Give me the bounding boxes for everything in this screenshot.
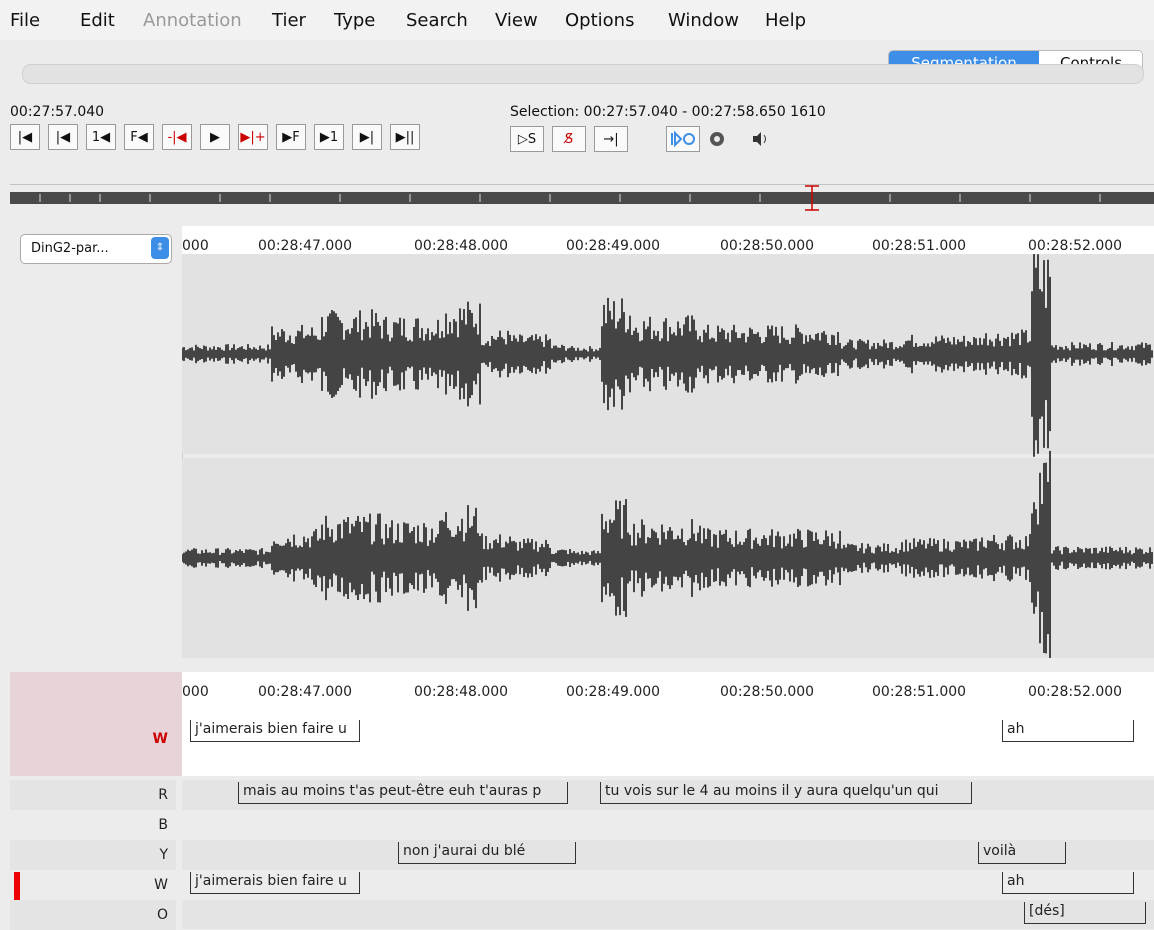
- prev-second-button[interactable]: 1◀: [86, 124, 116, 150]
- ruler-label: 00:28:52.000: [1028, 238, 1123, 254]
- menu-search[interactable]: Search: [406, 10, 468, 31]
- play-button[interactable]: ▶: [200, 124, 230, 150]
- ruler-label: 00:28:50.000: [720, 684, 815, 700]
- loop-icon: [671, 130, 695, 148]
- selection-info: Selection: 00:27:57.040 - 00:27:58.650 1…: [510, 104, 826, 120]
- loop-mode-button[interactable]: [666, 126, 700, 152]
- ruler-label: 00:28:51.000: [872, 238, 967, 254]
- clear-selection-button[interactable]: S̸: [552, 126, 586, 152]
- to-selection-end-button[interactable]: ▶|+: [238, 124, 268, 150]
- progress-bar: [22, 64, 1144, 84]
- menu-bar: File Edit Annotation Tier Type Search Vi…: [0, 0, 1154, 40]
- ruler-label: 000: [182, 238, 209, 254]
- media-select[interactable]: DinG2-par... ⇕: [20, 234, 172, 264]
- waveform-viewer[interactable]: 000 00:28:47.000 00:28:48.000 00:28:49.0…: [182, 226, 1154, 658]
- annotation[interactable]: ah: [1002, 720, 1134, 742]
- menu-window[interactable]: Window: [668, 10, 739, 31]
- annotation[interactable]: tu vois sur le 4 au moins il y aura quel…: [600, 782, 972, 804]
- ruler-label: 00:28:49.000: [566, 238, 661, 254]
- current-time: 00:27:57.040: [10, 104, 105, 120]
- tier-row-w[interactable]: j'aimerais bien faire u ah: [182, 870, 1154, 900]
- timeline-overview[interactable]: [10, 184, 1154, 214]
- ruler-label: 00:28:47.000: [258, 684, 353, 700]
- menu-edit[interactable]: Edit: [80, 10, 115, 31]
- active-tier-marker: [14, 872, 20, 900]
- annotation[interactable]: j'aimerais bien faire u: [190, 720, 360, 742]
- chevron-updown-icon: ⇕: [151, 237, 169, 259]
- tier-label-w-active[interactable]: W: [10, 724, 176, 754]
- annotation[interactable]: non j'aurai du blé: [398, 842, 576, 864]
- next-second-button[interactable]: ▶1: [314, 124, 344, 150]
- ruler-label: 00:28:51.000: [872, 684, 967, 700]
- annotation[interactable]: j'aimerais bien faire u: [190, 872, 360, 894]
- menu-help[interactable]: Help: [765, 10, 806, 31]
- annotation[interactable]: voilà: [978, 842, 1066, 864]
- go-to-begin-button[interactable]: |◀: [10, 124, 40, 150]
- media-select-value: DinG2-par...: [31, 241, 109, 256]
- gear-icon: [710, 132, 724, 146]
- selection-mode-button[interactable]: →|: [594, 126, 628, 152]
- waveform-channels[interactable]: [182, 254, 1154, 658]
- annotation[interactable]: mais au moins t'as peut-être euh t'auras…: [238, 782, 568, 804]
- ruler-label: 00:28:48.000: [414, 684, 509, 700]
- tier-label-o[interactable]: O: [10, 900, 176, 930]
- tier-label-b[interactable]: B: [10, 810, 176, 840]
- next-frame-button[interactable]: ▶|: [352, 124, 382, 150]
- tier-row-w-active[interactable]: j'aimerais bien faire u ah: [182, 700, 1154, 776]
- waveform-ruler: 000 00:28:47.000 00:28:48.000 00:28:49.0…: [182, 226, 1154, 254]
- tier-row-b[interactable]: [182, 810, 1154, 840]
- play-selection-button[interactable]: ▷S: [510, 126, 544, 152]
- menu-tier[interactable]: Tier: [272, 10, 306, 31]
- menu-type[interactable]: Type: [334, 10, 375, 31]
- tier-row-o[interactable]: [dés]: [182, 900, 1154, 929]
- to-selection-begin-button[interactable]: -|◀: [162, 124, 192, 150]
- volume-button[interactable]: [750, 128, 772, 150]
- tier-label-r[interactable]: R: [10, 780, 176, 810]
- menu-annotation[interactable]: Annotation: [143, 10, 242, 31]
- speaker-icon: [753, 132, 766, 146]
- prev-f-button[interactable]: F◀: [124, 124, 154, 150]
- annotation[interactable]: [dés]: [1024, 902, 1146, 924]
- menu-file[interactable]: File: [10, 10, 40, 31]
- menu-view[interactable]: View: [495, 10, 538, 31]
- tier-row-y[interactable]: non j'aurai du blé voilà: [182, 840, 1154, 870]
- ruler-label: 00:28:49.000: [566, 684, 661, 700]
- previous-frame-button[interactable]: |◀: [48, 124, 78, 150]
- ruler-label: 00:28:48.000: [414, 238, 509, 254]
- ruler-label: 000: [182, 684, 209, 700]
- ruler-label: 00:28:50.000: [720, 238, 815, 254]
- settings-button[interactable]: [706, 128, 728, 150]
- go-to-end-button[interactable]: ▶||: [390, 124, 420, 150]
- tier-row-r[interactable]: mais au moins t'as peut-être euh t'auras…: [182, 780, 1154, 810]
- tier-label-w[interactable]: W: [10, 870, 176, 900]
- tier-label-y[interactable]: Y: [10, 840, 176, 870]
- menu-options[interactable]: Options: [565, 10, 634, 31]
- ruler-label: 00:28:47.000: [258, 238, 353, 254]
- next-f-button[interactable]: ▶F: [276, 124, 306, 150]
- waveform-side-panel: DinG2-par... ⇕: [10, 226, 183, 658]
- tier-ruler: 000 00:28:47.000 00:28:48.000 00:28:49.0…: [182, 672, 1154, 700]
- annotation[interactable]: ah: [1002, 872, 1134, 894]
- ruler-label: 00:28:52.000: [1028, 684, 1123, 700]
